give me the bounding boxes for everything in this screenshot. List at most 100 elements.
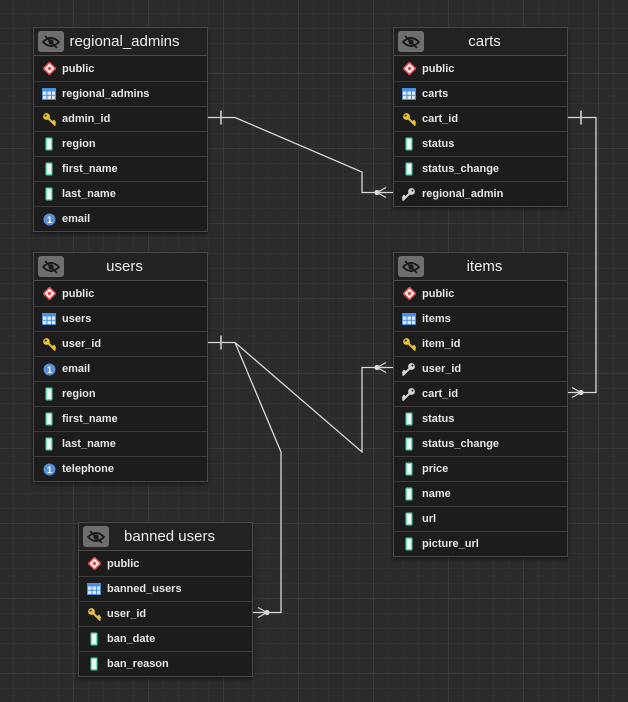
column-row[interactable]: region	[34, 381, 207, 406]
schema-row[interactable]: public	[394, 56, 567, 81]
schema-row[interactable]: public	[394, 281, 567, 306]
column-row[interactable]: cart_id	[394, 381, 567, 406]
text-column-icon	[402, 437, 416, 451]
relationship-regional_admins-to-carts[interactable]	[208, 116, 393, 194]
column-row-label: first_name	[62, 413, 118, 425]
column-row[interactable]: user_id	[79, 601, 252, 626]
column-row-label: name	[422, 488, 451, 500]
table-name-row[interactable]: carts	[394, 81, 567, 106]
eye-off-icon[interactable]	[38, 256, 64, 277]
column-row[interactable]: price	[394, 456, 567, 481]
schema-icon	[402, 62, 416, 76]
eye-off-icon[interactable]	[83, 526, 109, 547]
column-row[interactable]: first_name	[34, 156, 207, 181]
column-row-label: item_id	[422, 338, 461, 350]
number-column-icon: 1	[42, 462, 56, 476]
column-row-label: last_name	[62, 438, 116, 450]
eye-off-icon[interactable]	[38, 31, 64, 52]
column-row[interactable]: status	[394, 406, 567, 431]
column-row[interactable]: status_change	[394, 431, 567, 456]
eye-off-icon[interactable]	[398, 31, 424, 52]
table-title: carts	[468, 33, 501, 50]
column-row-label: telephone	[62, 463, 114, 475]
text-column-icon	[42, 437, 56, 451]
column-row[interactable]: name	[394, 481, 567, 506]
column-row-label: ban_reason	[107, 658, 169, 670]
table-icon	[42, 87, 56, 101]
table-name-row-label: carts	[422, 88, 449, 100]
column-row-label: last_name	[62, 188, 116, 200]
column-row-label: region	[62, 388, 96, 400]
table-icon	[42, 312, 56, 326]
column-row[interactable]: 1 email	[34, 206, 207, 231]
relationship-users-to-items[interactable]	[208, 341, 393, 454]
table-icon	[87, 582, 101, 596]
column-row[interactable]: status	[394, 131, 567, 156]
column-row[interactable]: 1 email	[34, 356, 207, 381]
text-column-icon	[87, 632, 101, 646]
table-carts[interactable]: carts public carts cart_idstatus status_chan…	[393, 27, 568, 207]
eye-off-icon[interactable]	[398, 256, 424, 277]
number-column-icon: 1	[42, 362, 56, 376]
schema-row-label: public	[422, 287, 455, 300]
column-row[interactable]: user_id	[394, 356, 567, 381]
column-row-label: status_change	[422, 438, 500, 450]
text-column-icon	[402, 162, 416, 176]
table-name-row[interactable]: banned_users	[79, 576, 252, 601]
column-row-label: status	[422, 413, 455, 425]
column-row[interactable]: ban_reason	[79, 651, 252, 676]
text-column-icon	[42, 162, 56, 176]
column-row[interactable]: ban_date	[79, 626, 252, 651]
column-row[interactable]: cart_id	[394, 106, 567, 131]
table-body: public items item_id user_id cart_idstatus st…	[394, 281, 567, 556]
table-regional-admins[interactable]: regional_admins public regional_admins admi…	[33, 27, 208, 232]
table-header[interactable]: users	[34, 253, 207, 281]
column-row[interactable]: regional_admin	[394, 181, 567, 206]
column-row-label: admin_id	[62, 113, 111, 125]
table-name-row[interactable]: items	[394, 306, 567, 331]
table-body: public users user_id 1 email region first_name…	[34, 281, 207, 481]
column-row[interactable]: picture_url	[394, 531, 567, 556]
column-row[interactable]: url	[394, 506, 567, 531]
number-column-icon: 1	[42, 212, 56, 226]
diagram-canvas[interactable]: regional_admins public regional_admins admi…	[0, 0, 628, 702]
column-row[interactable]: user_id	[34, 331, 207, 356]
table-header[interactable]: regional_admins	[34, 28, 207, 56]
foreign-key-icon	[402, 362, 416, 376]
table-users[interactable]: users public users user_id 1 email region first…	[33, 252, 208, 482]
schema-icon	[42, 62, 56, 76]
foreign-key-icon	[402, 387, 416, 401]
column-row[interactable]: first_name	[34, 406, 207, 431]
schema-row-label: public	[62, 287, 95, 300]
schema-row[interactable]: public	[34, 56, 207, 81]
primary-key-icon	[42, 112, 56, 126]
column-row[interactable]: status_change	[394, 156, 567, 181]
table-header[interactable]: items	[394, 253, 567, 281]
table-name-row[interactable]: regional_admins	[34, 81, 207, 106]
column-row-label: email	[62, 363, 91, 375]
column-row[interactable]: last_name	[34, 181, 207, 206]
table-header[interactable]: carts	[394, 28, 567, 56]
column-row-label: region	[62, 138, 96, 150]
schema-row-label: public	[62, 62, 95, 75]
column-row[interactable]: 1 telephone	[34, 456, 207, 481]
primary-key-icon	[402, 337, 416, 351]
schema-icon	[402, 287, 416, 301]
column-row[interactable]: item_id	[394, 331, 567, 356]
table-header[interactable]: banned users	[79, 523, 252, 551]
table-name-row[interactable]: users	[34, 306, 207, 331]
column-row[interactable]: last_name	[34, 431, 207, 456]
schema-row[interactable]: public	[34, 281, 207, 306]
table-items[interactable]: items public items item_id user_id cart_idsta…	[393, 252, 568, 557]
table-banned-users[interactable]: banned users public banned_users user_idban…	[78, 522, 253, 677]
schema-row[interactable]: public	[79, 551, 252, 576]
relationship-carts-to-items[interactable]	[568, 116, 597, 394]
column-row-label: ban_date	[107, 633, 156, 645]
table-title: regional_admins	[69, 33, 180, 50]
column-row[interactable]: region	[34, 131, 207, 156]
column-row[interactable]: admin_id	[34, 106, 207, 131]
text-column-icon	[402, 462, 416, 476]
table-title: users	[106, 258, 143, 275]
svg-text:1: 1	[46, 365, 51, 375]
column-row-label: cart_id	[422, 113, 459, 125]
